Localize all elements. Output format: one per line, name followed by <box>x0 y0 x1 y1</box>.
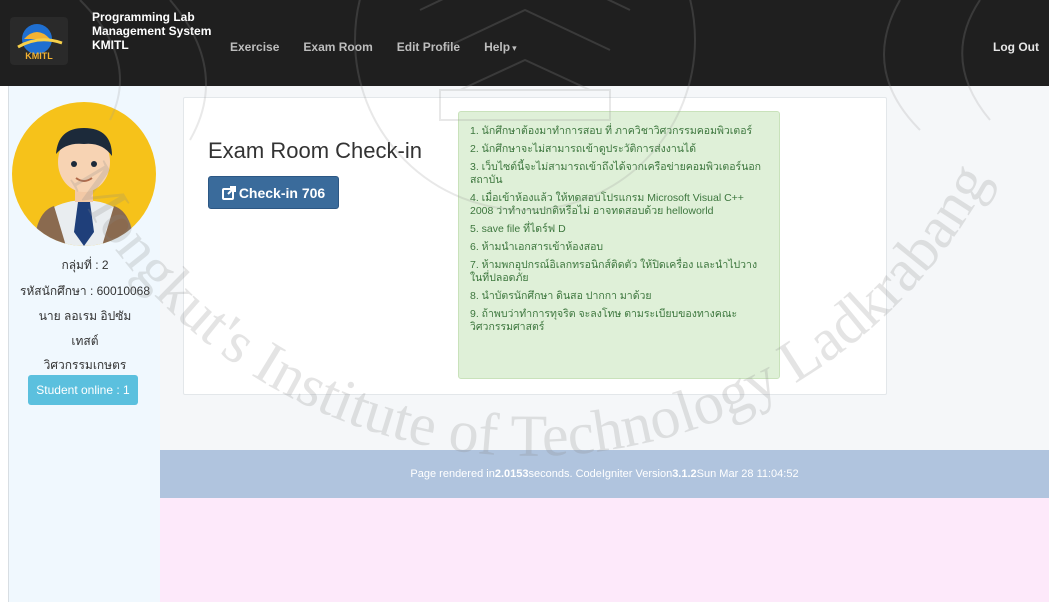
student-online-button[interactable]: Student online : 1 <box>28 375 138 405</box>
rule-item: 7. ห้ามพกอุปกรณ์อิเลกทรอนิกส์ติดตัว ให้ป… <box>470 259 758 284</box>
bottom-area <box>160 498 1049 602</box>
external-link-icon <box>221 185 236 200</box>
rule-item: 4. เมื่อเข้าห้องแล้ว ให้ทดสอบโปรแกรม Mic… <box>470 192 744 217</box>
caret-down-icon: ▾ <box>512 43 517 53</box>
check-in-label: Check-in 706 <box>238 184 326 201</box>
avatar <box>12 102 156 246</box>
brand-line-3: KMITL <box>92 38 129 52</box>
rule-item: 9. ถ้าพบว่าทำการทุจริต จะลงโทษ ตามระเบีย… <box>470 308 738 333</box>
footer-middle: seconds. CodeIgniter Version <box>528 468 673 480</box>
nav-links: Exercise Exam Room Edit Profile Help ▾ <box>230 40 541 54</box>
check-in-button[interactable]: Check-in 706 <box>208 176 339 209</box>
nav-exam-room[interactable]: Exam Room <box>303 40 372 54</box>
page-title: Exam Room Check-in <box>208 138 422 163</box>
navbar: KMITL Programming Lab Management System … <box>0 0 1049 86</box>
student-faculty: วิศวกรรมเกษตร <box>43 358 127 372</box>
nav-help[interactable]: Help ▾ <box>484 40 517 54</box>
rule-item: 5. save file ที่ไดร์ฟ D <box>470 223 566 235</box>
rule-item: 8. นำบัตรนักศึกษา ดินสอ ปากกา มาด้วย <box>470 290 652 302</box>
nav-edit-profile[interactable]: Edit Profile <box>397 40 460 54</box>
rule-item: 3. เว็บไซต์นี้จะไม่สามารถเข้าถึงได้จากเค… <box>470 161 762 186</box>
group-number: กลุ่มที่ : 2 <box>61 258 109 272</box>
nav-exercise[interactable]: Exercise <box>230 40 279 54</box>
exam-rules-box: 1. นักศึกษาต้องมาทำการสอบ ที่ ภาควิชาวิศ… <box>458 111 780 379</box>
nav-help-label: Help <box>484 40 511 54</box>
brand-title[interactable]: Programming Lab Management System KMITL <box>92 10 212 52</box>
footer-suffix: Sun Mar 28 11:04:52 <box>696 468 799 480</box>
logout-link[interactable]: Log Out <box>993 40 1039 54</box>
student-id: รหัสนักศึกษา : 60010068 <box>19 284 151 298</box>
kmitl-logo[interactable]: KMITL <box>10 17 68 65</box>
sidebar: กลุ่มที่ : 2 รหัสนักศึกษา : 60010068 นาย… <box>8 86 160 602</box>
student-name: นาย ลอเรม อิปซัม <box>38 309 132 323</box>
brand-line-2: Management System <box>92 24 212 38</box>
brand-line-1: Programming Lab <box>92 10 195 24</box>
rule-item: 1. นักศึกษาต้องมาทำการสอบ ที่ ภาควิชาวิศ… <box>470 125 753 137</box>
footer-version: 3.1.2 <box>672 468 697 480</box>
footer-prefix: Page rendered in <box>410 468 495 480</box>
logo-text: KMITL <box>25 51 53 61</box>
student-surname: เทสต์ <box>71 334 99 348</box>
footer-seconds: 2.0153 <box>494 468 529 480</box>
rule-item: 2. นักศึกษาจะไม่สามารถเข้าดูประวัติการส่… <box>470 143 697 155</box>
rule-item: 6. ห้ามนำเอกสารเข้าห้องสอบ <box>470 241 604 253</box>
footer-bar: Page rendered in 2.0153 seconds. CodeIgn… <box>160 450 1049 498</box>
